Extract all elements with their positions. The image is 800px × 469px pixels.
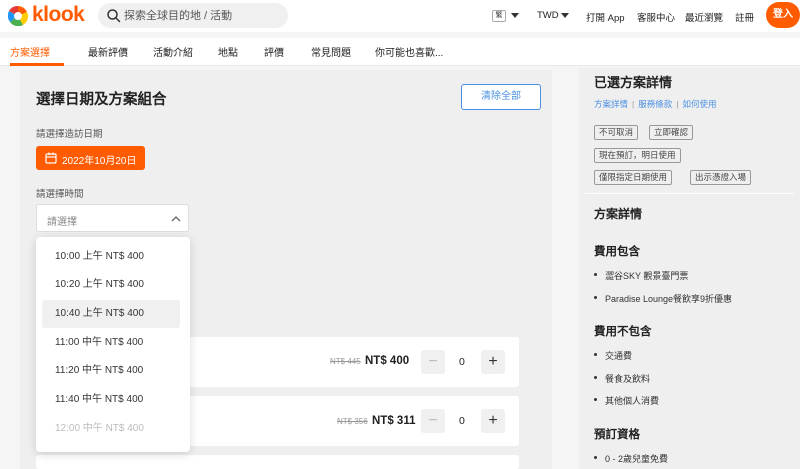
booking-title: 選擇日期及方案組合 bbox=[36, 92, 167, 108]
language-selector[interactable]: 繁 bbox=[492, 10, 506, 22]
how-to-use-link[interactable]: 如何使用 bbox=[682, 99, 716, 109]
sale-price: NT$ 311 bbox=[372, 415, 416, 427]
increase-quantity-button[interactable]: + bbox=[481, 409, 505, 433]
time-option[interactable]: 10:00 上午 NT$ 400 bbox=[42, 243, 180, 271]
eligibility-item: 0 - 2歲兒童免費 bbox=[594, 452, 668, 465]
time-option[interactable]: 10:40 上午 NT$ 400 bbox=[42, 300, 180, 328]
search-icon bbox=[107, 9, 121, 23]
login-button[interactable]: 登入 bbox=[766, 2, 800, 28]
terms-link[interactable]: 服務條款 bbox=[638, 99, 672, 109]
time-option[interactable]: 11:40 中午 NT$ 400 bbox=[42, 386, 180, 414]
policy-tag: 現在預訂，明日使用 bbox=[594, 148, 681, 163]
tab-faq[interactable]: 常見問題 bbox=[311, 44, 351, 59]
divider bbox=[585, 193, 794, 194]
decrease-quantity-button[interactable]: − bbox=[421, 409, 445, 433]
package-links: 方案詳情 | 服務條款 | 如何使用 bbox=[594, 99, 717, 109]
date-label: 請選擇造訪日期 bbox=[36, 129, 103, 140]
included-item: 澀谷SKY 觀景臺門票 bbox=[594, 269, 688, 282]
time-option[interactable]: 11:00 中午 NT$ 400 bbox=[42, 329, 180, 357]
quantity-value: 0 bbox=[459, 356, 465, 368]
selected-package-title: 已選方案詳情 bbox=[594, 75, 673, 90]
included-item: Paradise Lounge餐飲享9折優惠 bbox=[594, 292, 732, 305]
eligibility-heading: 預訂資格 bbox=[594, 429, 640, 441]
currency-selector[interactable]: TWD bbox=[537, 10, 559, 21]
tab-latest-reviews[interactable]: 最新評價 bbox=[88, 44, 128, 59]
active-tab-indicator bbox=[10, 63, 64, 66]
section-tabs: 方案選擇 最新評價 活動介紹 地點 評價 常見問題 你可能也喜歡... bbox=[0, 38, 800, 66]
logo-text: klook bbox=[32, 3, 85, 26]
tab-location[interactable]: 地點 bbox=[218, 44, 238, 59]
chevron-up-icon bbox=[171, 216, 181, 222]
tab-activity-intro[interactable]: 活動介紹 bbox=[153, 44, 193, 59]
decrease-quantity-button[interactable]: − bbox=[421, 350, 445, 374]
calendar-icon bbox=[45, 152, 57, 164]
open-app-link[interactable]: 打開 App bbox=[586, 10, 625, 24]
search-input[interactable] bbox=[124, 6, 279, 25]
tab-package-options[interactable]: 方案選擇 bbox=[10, 44, 50, 59]
top-header: klook 繁 TWD 打開 App 客服中心 最近瀏覽 註冊 登入 bbox=[0, 0, 800, 32]
time-option[interactable]: 12:00 中午 NT$ 400 bbox=[42, 415, 180, 443]
excluded-heading: 費用不包含 bbox=[594, 326, 652, 338]
language-chevron-down-icon bbox=[511, 13, 519, 18]
policy-tag: 僅限指定日期使用 bbox=[594, 170, 673, 185]
time-label: 請選擇時間 bbox=[36, 189, 84, 200]
policy-tag: 出示憑證入場 bbox=[690, 170, 752, 185]
package-details-link[interactable]: 方案詳情 bbox=[594, 99, 628, 109]
excluded-item: 交通費 bbox=[594, 349, 632, 362]
tab-you-may-also-like[interactable]: 你可能也喜歡... bbox=[375, 44, 443, 59]
time-option[interactable]: 11:20 中午 NT$ 400 bbox=[42, 357, 180, 385]
package-details-heading: 方案詳情 bbox=[594, 207, 643, 221]
increase-quantity-button[interactable]: + bbox=[481, 350, 505, 374]
time-dropdown: 10:00 上午 NT$ 400 10:20 上午 NT$ 400 10:40 … bbox=[36, 237, 190, 452]
clear-all-button[interactable]: 清除全部 bbox=[461, 84, 541, 110]
excluded-item: 其他個人消費 bbox=[594, 394, 659, 407]
unit-row bbox=[36, 455, 519, 469]
currency-chevron-down-icon bbox=[561, 13, 569, 18]
included-heading: 費用包含 bbox=[594, 246, 640, 258]
quantity-value: 0 bbox=[459, 415, 465, 427]
excluded-item: 餐食及飲料 bbox=[594, 372, 650, 385]
policy-tag: 立即確認 bbox=[649, 125, 694, 140]
policy-tag: 不可取消 bbox=[594, 125, 639, 140]
time-option[interactable]: 10:20 上午 NT$ 400 bbox=[42, 271, 180, 299]
time-select[interactable]: 請選擇 bbox=[36, 204, 189, 232]
search-bar[interactable] bbox=[98, 3, 288, 28]
date-value: 2022年10月20日 bbox=[62, 156, 137, 167]
sale-price: NT$ 400 bbox=[365, 355, 410, 367]
recently-viewed-link[interactable]: 最近瀏覽 bbox=[685, 10, 723, 24]
tab-reviews[interactable]: 評價 bbox=[264, 44, 284, 59]
klook-logo[interactable]: klook bbox=[8, 3, 90, 26]
klook-logo-mark-icon bbox=[8, 6, 28, 26]
time-select-placeholder: 請選擇 bbox=[47, 217, 77, 228]
package-details-panel: 已選方案詳情 方案詳情 | 服務條款 | 如何使用 不可取消 立即確認 現在預訂，明日使… bbox=[579, 68, 800, 469]
customer-service-link[interactable]: 客服中心 bbox=[637, 10, 675, 24]
original-price: NT$ 356 bbox=[337, 417, 368, 426]
date-button[interactable]: 2022年10月20日 bbox=[36, 146, 145, 170]
sign-up-link[interactable]: 註冊 bbox=[735, 10, 754, 24]
original-price: NT$ 445 bbox=[330, 357, 361, 366]
